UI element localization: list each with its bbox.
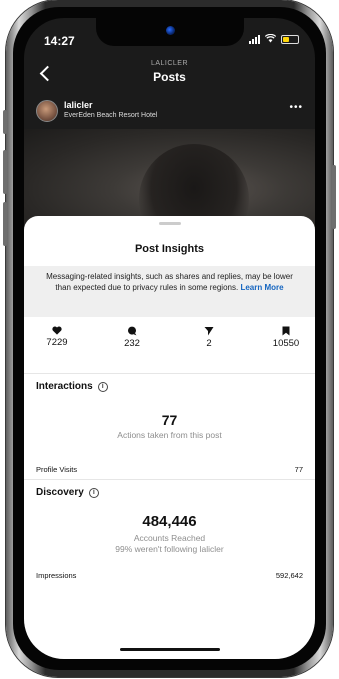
info-icon[interactable]: i xyxy=(97,381,108,392)
privacy-notice: Messaging-related insights, such as shar… xyxy=(24,266,315,317)
battery-icon xyxy=(281,35,299,44)
divider xyxy=(24,479,315,480)
front-camera xyxy=(166,26,175,35)
shares-count: 2 xyxy=(206,338,212,349)
insights-sheet: Post Insights Messaging-related insights… xyxy=(24,216,315,659)
screen: 14:27 LALICLER Posts lalicler EverEden B… xyxy=(24,18,315,659)
likes-count: 7229 xyxy=(46,337,68,348)
phone-frame: 14:27 LALICLER Posts lalicler EverEden B… xyxy=(3,0,336,677)
share-icon xyxy=(204,327,214,336)
impressions-value: 592,642 xyxy=(275,571,303,580)
profile-visits-row: Profile Visits 77 xyxy=(36,465,303,474)
interactions-label: Interactions xyxy=(36,381,93,392)
profile-visits-label: Profile Visits xyxy=(36,465,78,474)
mute-switch xyxy=(3,110,7,134)
sheet-drag-handle[interactable] xyxy=(158,222,181,225)
avatar[interactable] xyxy=(36,100,58,122)
interactions-title: Interactions i xyxy=(36,381,108,392)
power-button xyxy=(332,165,336,229)
stats-row: 7229 232 2 10550 xyxy=(24,322,315,370)
impressions-row: Impressions 592,642 xyxy=(36,571,303,580)
post-header: lalicler EverEden Beach Resort Hotel ••• xyxy=(24,96,315,132)
discovery-label: Discovery xyxy=(36,487,84,498)
signal-icon xyxy=(249,35,260,44)
post-location[interactable]: EverEden Beach Resort Hotel xyxy=(64,112,157,119)
learn-more-link[interactable]: Learn More xyxy=(240,283,283,292)
divider xyxy=(24,373,315,374)
comments-count: 232 xyxy=(124,338,140,349)
page-title: Posts xyxy=(153,70,186,84)
accounts-reached-label: Accounts Reached xyxy=(133,533,206,543)
volume-up-button xyxy=(3,150,7,194)
stat-likes: 7229 xyxy=(27,326,87,348)
heart-icon xyxy=(52,326,62,335)
saves-count: 10550 xyxy=(272,338,300,349)
discovery-title: Discovery i xyxy=(36,487,99,498)
impressions-label: Impressions xyxy=(36,571,77,580)
following-caption: 99% weren't following lalicler xyxy=(115,544,224,554)
volume-down-button xyxy=(3,202,7,246)
nav-subtitle: LALICLER xyxy=(150,60,189,67)
comment-icon xyxy=(128,326,137,336)
accounts-reached-value: 484,446 xyxy=(142,513,197,530)
interactions-total: 77 xyxy=(161,412,178,428)
home-indicator[interactable] xyxy=(119,648,220,651)
profile-visits-value: 77 xyxy=(294,465,303,474)
phone-bezel: 14:27 LALICLER Posts lalicler EverEden B… xyxy=(13,7,326,670)
stat-saves: 10550 xyxy=(256,326,315,349)
status-time: 14:27 xyxy=(44,34,75,48)
sheet-title: Post Insights xyxy=(134,243,205,255)
notch xyxy=(96,18,244,46)
info-icon[interactable]: i xyxy=(88,487,99,498)
bookmark-icon xyxy=(282,326,290,336)
status-icons xyxy=(249,33,299,45)
post-username[interactable]: lalicler xyxy=(64,100,93,110)
stat-comments: 232 xyxy=(102,326,162,349)
stat-shares: 2 xyxy=(179,326,239,349)
wifi-icon xyxy=(264,33,277,45)
more-options-icon[interactable]: ••• xyxy=(289,102,303,113)
interactions-caption: Actions taken from this post xyxy=(117,430,222,440)
